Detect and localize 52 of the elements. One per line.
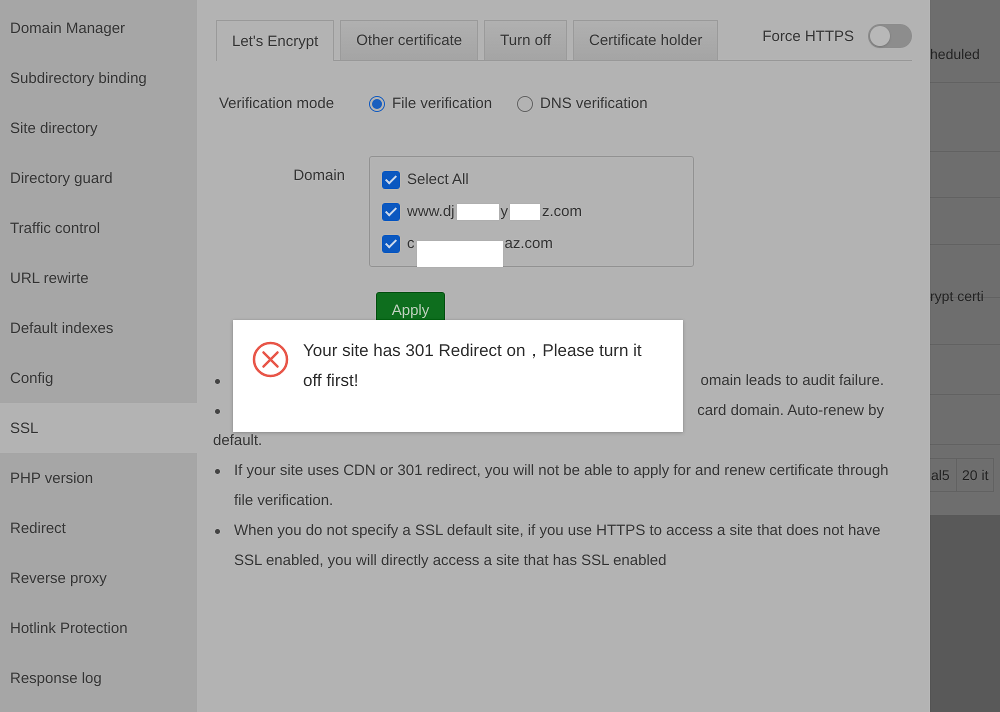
tab[interactable]: Other certificate [340, 20, 478, 60]
sidebar-item[interactable]: Response log [0, 653, 197, 703]
checkbox-label[interactable]: www.dj [407, 203, 455, 220]
bullet [215, 529, 220, 534]
note-text: When you do not specify a SSL default site, if you use HTTPS to access a site that does not have SSL enabled, you will directly access a site that has SSL enabled [234, 521, 882, 571]
note-text: omain leads to audit failure. [700, 371, 884, 391]
tab[interactable]: Certificate holder [572, 20, 718, 60]
sidebar-item[interactable]: Subdirectory binding [0, 53, 197, 103]
alert-message: Your site has 301 Redirect on，Please turn it off first! [303, 340, 643, 392]
sidebar-item[interactable]: Site directory [0, 103, 197, 153]
error-icon [252, 341, 289, 378]
radio-button[interactable] [517, 96, 534, 112]
bullet [215, 469, 220, 474]
checkbox[interactable] [382, 202, 400, 220]
sidebar-item[interactable]: Reverse proxy [0, 553, 197, 603]
sidebar-item[interactable]: Traffic control [0, 203, 197, 253]
sidebar-item[interactable]: Config [0, 353, 197, 403]
checkbox-label[interactable]: az.com [504, 235, 553, 252]
tab[interactable]: Turn off [484, 20, 567, 60]
sidebar-item[interactable]: Redirect [0, 503, 197, 553]
table-cell: al5 [930, 458, 957, 492]
field-label: Verification mode [218, 95, 336, 112]
background-text: heduled [930, 46, 980, 62]
note-text: default. [213, 431, 262, 451]
sidebar-item[interactable]: Default indexes [0, 303, 197, 353]
note-text: If your site uses CDN or 301 redirect, you will not be able to apply for and renew certificate through file verification. [234, 461, 890, 511]
toggle-label: Force HTTPS [762, 28, 854, 44]
sidebar-item[interactable]: PHP version [0, 453, 197, 503]
sidebar-item[interactable]: SSL [0, 403, 197, 453]
tab[interactable]: Let's Encrypt [216, 20, 334, 61]
toggle-switch[interactable] [868, 24, 912, 48]
sidebar-item[interactable]: URL rewirte [0, 253, 197, 303]
checkbox[interactable] [382, 234, 400, 252]
radio-label[interactable]: File verification [392, 95, 492, 112]
checkbox-label[interactable]: c [407, 235, 414, 252]
sidebar-item[interactable]: Domain Manager [0, 3, 197, 53]
radio-label[interactable]: DNS verification [540, 95, 648, 112]
sidebar-item[interactable]: Directory guard [0, 153, 197, 203]
checkbox[interactable] [382, 170, 400, 188]
background-text: rypt certi [930, 288, 984, 304]
checkbox-label[interactable]: z.com [542, 203, 582, 220]
redaction-block [456, 204, 499, 220]
field-label: Domain [292, 166, 346, 186]
note-text: card domain. Auto-renew by [697, 401, 884, 421]
bullet [215, 379, 220, 384]
checkbox-label[interactable]: Select All [407, 171, 469, 188]
table-cell: 20 it [957, 458, 994, 492]
radio-button[interactable] [369, 96, 385, 112]
checkbox-label[interactable]: y [500, 203, 508, 220]
redaction-block [510, 204, 540, 220]
bullet [215, 409, 220, 414]
sidebar-item[interactable]: Hotlink Protection [0, 603, 197, 653]
